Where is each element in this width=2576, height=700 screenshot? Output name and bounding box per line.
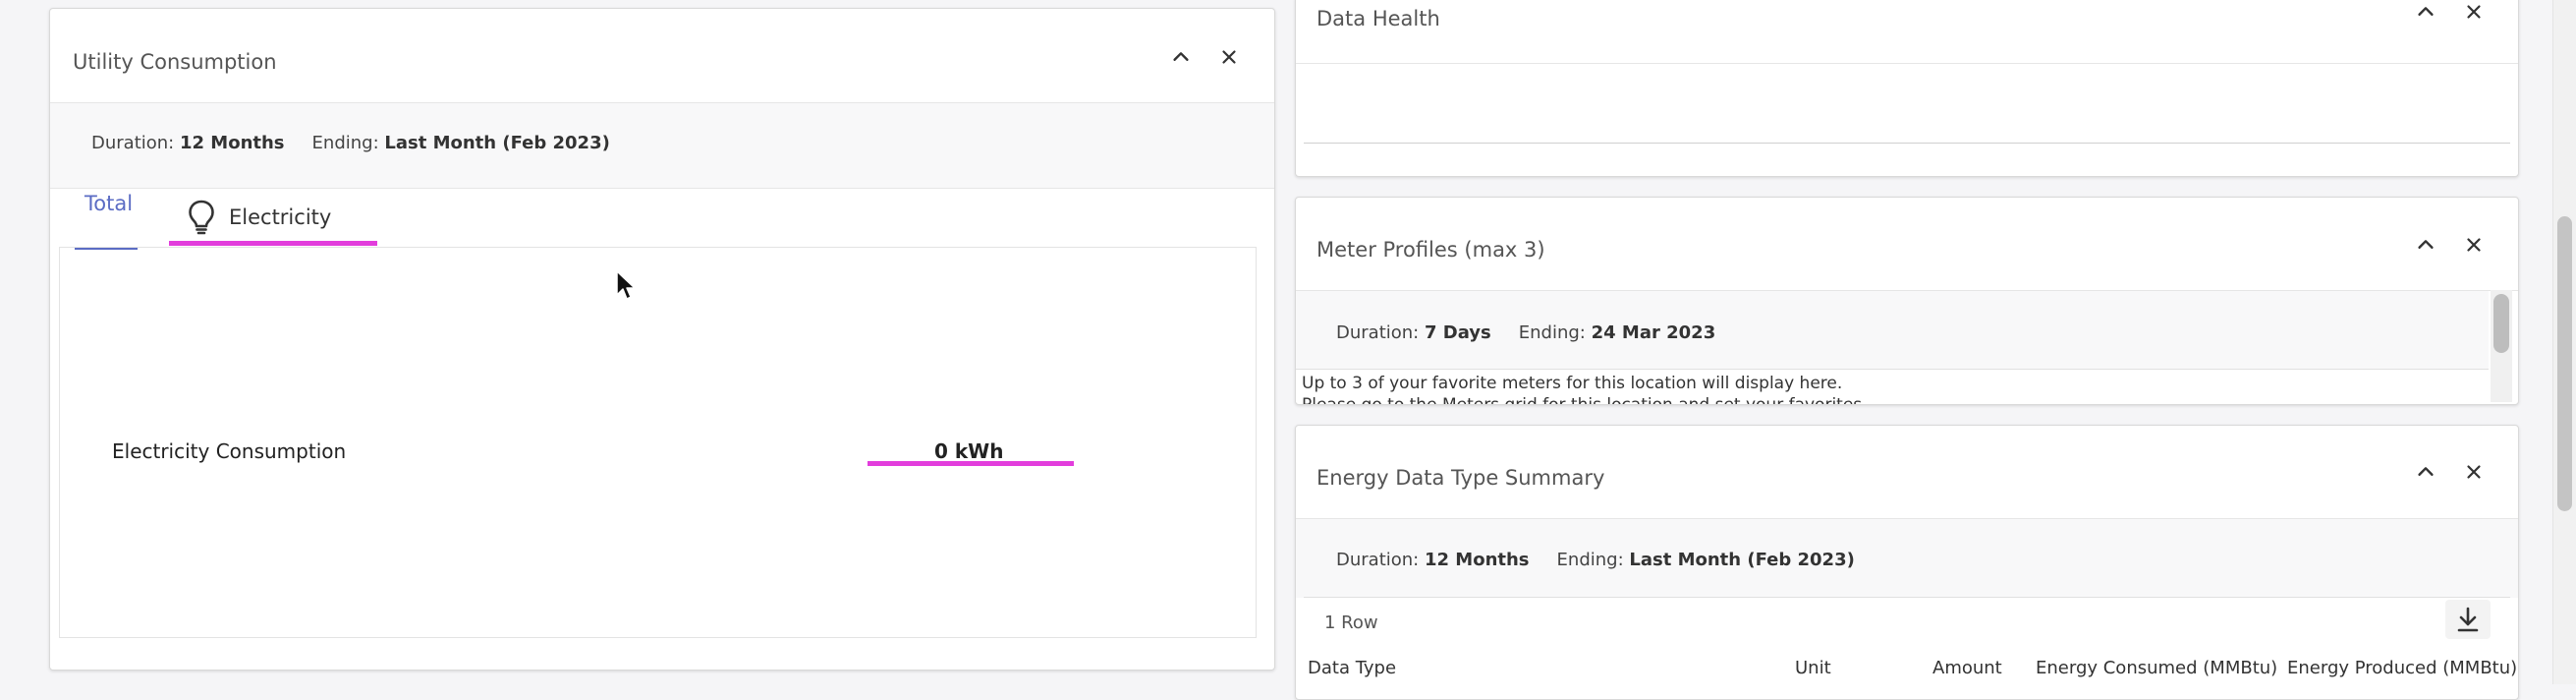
tab-total[interactable]: Total [84,192,133,215]
page-scrollbar[interactable] [2552,0,2576,684]
panel-title: Meter Profiles (max 3) [1316,238,1545,262]
favorites-message: Up to 3 of your favorite meters for this… [1302,374,1868,405]
utility-consumption-panel: Utility Consumption Duration: 12 Months E… [49,8,1275,671]
electricity-consumption-label: Electricity Consumption [112,439,347,463]
collapse-button[interactable] [2411,457,2440,487]
tab-electricity-label: Electricity [229,205,332,229]
divider [1304,143,2510,144]
panel-title: Utility Consumption [73,50,277,74]
column-header-data-type[interactable]: Data Type [1308,658,1396,678]
duration-ending-info: Duration: 12 Months Ending: Last Month (F… [91,133,610,153]
duration-value: 7 Days [1424,322,1491,343]
close-icon [1222,50,1236,64]
column-header-amount[interactable]: Amount [1932,658,2002,678]
chevron-up-icon [2418,240,2434,249]
chevron-up-icon [2418,467,2434,476]
meter-profiles-panel: Meter Profiles (max 3) Duration: 7 Days E… [1295,197,2519,405]
table-header-row: Data Type Unit Amount Energy Consumed (M… [1296,654,2518,683]
collapse-button[interactable] [2411,230,2440,260]
download-button[interactable] [2445,600,2491,639]
collapse-button[interactable] [1166,42,1196,72]
energy-data-type-summary-panel: Energy Data Type Summary Duration: 12 Mo… [1295,425,2519,700]
close-button[interactable] [2459,230,2489,260]
collapse-button[interactable] [2411,0,2440,27]
lightbulb-icon [189,200,214,235]
duration-ending-info: Duration: 12 Months Ending: Last Month (F… [1336,550,1855,570]
duration-value: 12 Months [179,133,285,153]
ending-value: Last Month (Feb 2023) [1629,550,1855,570]
divider [50,188,1274,189]
download-icon [2457,607,2479,632]
scrollbar[interactable] [2491,290,2512,402]
column-header-energy-consumed[interactable]: Energy Consumed (MMBtu) [2036,658,2277,678]
duration-value: 12 Months [1424,550,1530,570]
close-button[interactable] [1214,42,1244,72]
duration-ending-info: Duration: 7 Days Ending: 24 Mar 2023 [1336,322,1716,343]
ending-value: 24 Mar 2023 [1591,322,1716,343]
close-button[interactable] [2459,457,2489,487]
ending-value: Last Month (Feb 2023) [384,133,610,153]
close-icon [2467,465,2481,479]
close-icon [2467,238,2481,252]
scrollbar-thumb[interactable] [2493,294,2509,353]
data-health-panel: Data Health [1295,0,2519,177]
close-icon [2467,5,2481,19]
panel-title: Data Health [1316,7,1440,30]
chevron-up-icon [1173,52,1189,61]
mouse-cursor-icon [616,270,636,300]
column-header-energy-produced[interactable]: Energy Produced (MMBtu) [2287,658,2517,678]
row-count: 1 Row [1324,612,1378,633]
divider [1296,63,2518,64]
chevron-up-icon [2418,7,2434,16]
tab-electricity[interactable]: Electricity [188,198,331,237]
electricity-consumption-value: 0 kWh [934,439,1004,463]
column-header-unit[interactable]: Unit [1795,658,1831,678]
panel-title: Energy Data Type Summary [1316,466,1605,490]
page-scrollbar-thumb[interactable] [2557,216,2572,511]
divider [1304,597,2510,598]
tab-electricity-highlight [169,241,377,246]
value-highlight [868,461,1074,466]
close-button[interactable] [2459,0,2489,27]
